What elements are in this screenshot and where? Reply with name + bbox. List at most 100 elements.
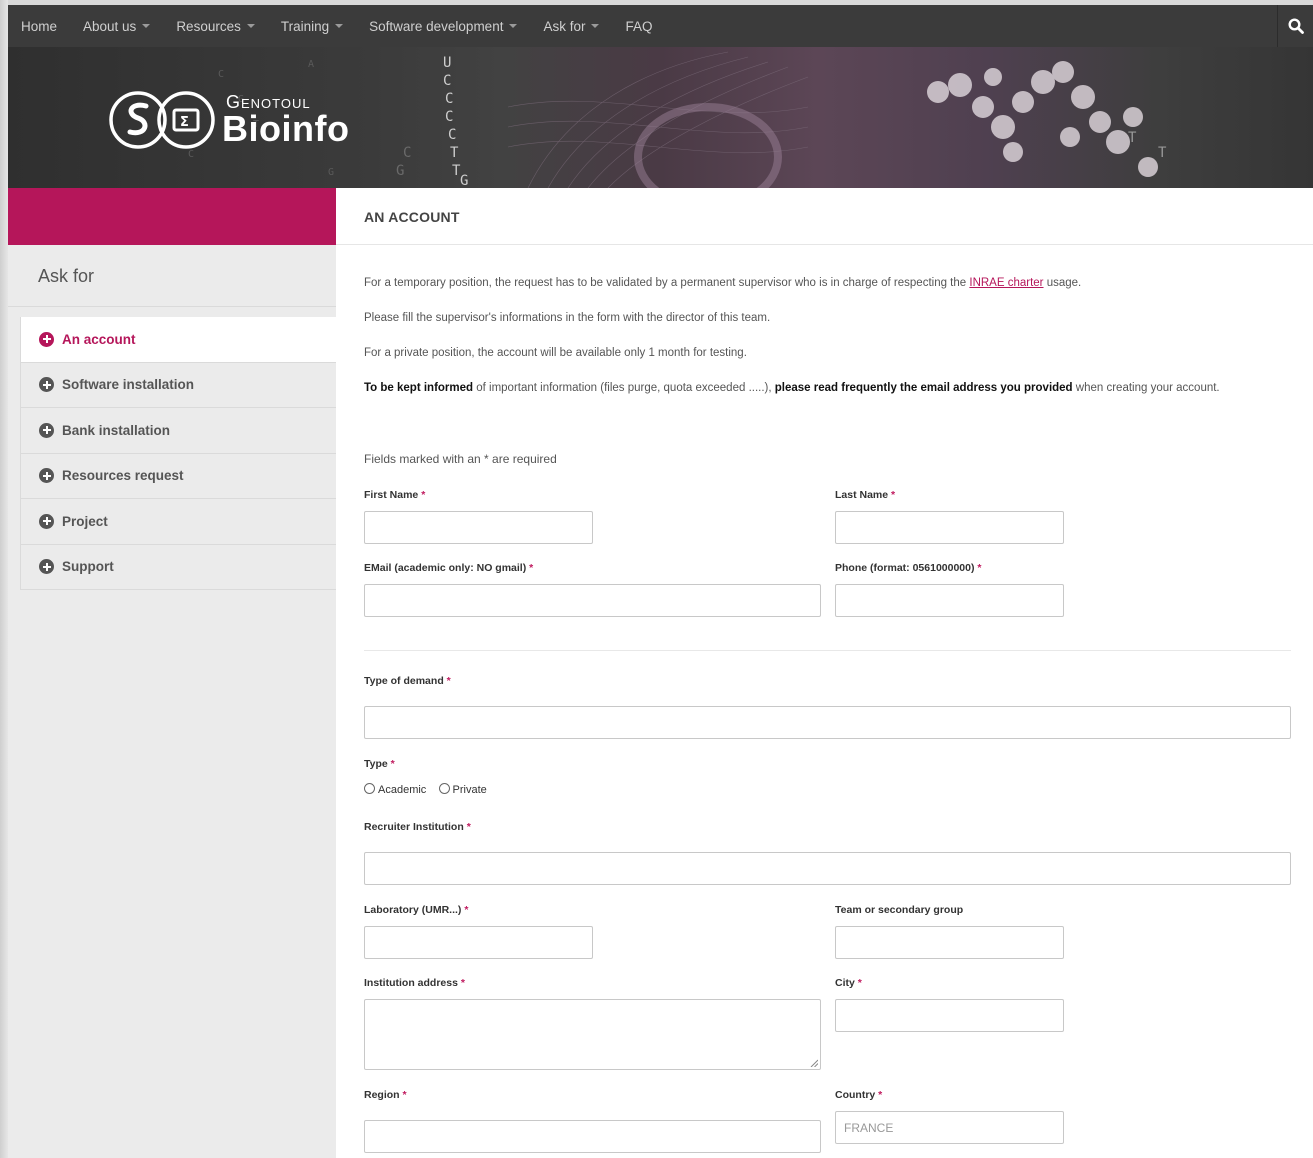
main-content: AN ACCOUNT For a temporary position, the… [336,188,1313,1158]
required-star: * [390,758,395,770]
svg-text:A: A [308,59,314,70]
required-star: * [402,1089,407,1101]
first-name-input[interactable] [364,511,593,544]
recruiter-institution-input[interactable] [364,852,1291,885]
plus-circle-icon [39,331,54,347]
laboratory-label-text: Laboratory (UMR...) [364,904,462,916]
svg-text:C: C [403,145,411,161]
genotoul-bioinfo-logo[interactable]: Σ Genotoul Bioinfo [108,85,349,155]
svg-text:T: T [1158,145,1167,161]
country-placeholder: FRANCE [844,1120,894,1135]
plus-circle-icon [39,468,54,484]
intro-p1-end: usage. [1043,277,1082,289]
last-name-label: Last Name * [835,489,895,501]
logo-text-big: Bioinfo [222,108,350,149]
sidebar-item-label: Bank installation [62,422,171,438]
intro-p4-mid: of important information (files purge, q… [473,382,775,394]
phone-input[interactable] [835,584,1064,617]
type-of-demand-label-text: Type of demand [364,675,444,687]
radio-button[interactable] [364,783,375,794]
sidebar-item-bank-installation[interactable]: Bank installation [21,408,336,454]
chevron-down-icon [335,24,344,28]
nav-software-development[interactable]: Software development [356,5,530,47]
city-input[interactable] [835,999,1064,1032]
sidebar-item-an-account[interactable]: An account [21,317,336,363]
city-label: City * [835,977,862,989]
nav-about-us[interactable]: About us [70,5,163,47]
nav-home[interactable]: Home [8,5,70,47]
required-star: * [464,904,469,916]
plus-circle-icon [39,422,54,438]
recruiter-institution-label: Recruiter Institution * [364,821,471,833]
recruiter-label-text: Recruiter Institution [364,821,464,833]
nav-faq[interactable]: FAQ [612,5,665,47]
email-label: EMail (academic only: NO gmail) * [364,562,533,574]
intro-paragraph-3: For a private position, the account will… [364,347,747,359]
country-input[interactable]: FRANCE [835,1111,1064,1144]
inrae-charter-link[interactable]: INRAE charter [969,277,1043,289]
team-label: Team or secondary group [835,904,964,916]
intro-p4-end: when creating your account. [1072,382,1220,394]
svg-text:C: C [445,91,453,107]
resize-handle-icon[interactable] [810,1059,818,1067]
sidebar-item-resources-request[interactable]: Resources request [21,453,336,499]
type-label-text: Type [364,758,388,770]
sidebar-menu: An account Software installation Bank in… [20,317,336,590]
intro-p4-bold-1: To be kept informed [364,382,474,394]
required-star: * [466,821,471,833]
sidebar-title: Ask for [8,245,336,307]
institution-address-textarea[interactable] [364,999,821,1070]
sidebar-item-label: An account [62,331,136,347]
nav-software-development-label: Software development [369,18,504,34]
sidebar-accent-bar [8,188,336,245]
laboratory-input[interactable] [364,926,593,959]
nav-ask-for[interactable]: Ask for [530,5,612,47]
last-name-label-text: Last Name [835,489,889,501]
search-button[interactable] [1277,5,1313,47]
required-star: * [878,1089,883,1101]
email-label-text: EMail (academic only: NO gmail) [364,562,527,574]
country-label: Country * [835,1089,882,1101]
chevron-down-icon [591,24,600,28]
sidebar-item-software-installation[interactable]: Software installation [21,362,336,408]
sidebar-item-project[interactable]: Project [21,499,336,545]
region-select[interactable] [364,1120,821,1153]
nav-home-label: Home [21,18,58,34]
email-input[interactable] [364,584,821,617]
radio-button[interactable] [438,783,450,794]
top-navigation: Home About us Resources Training Softwar… [8,5,1313,47]
institution-address-label-text: Institution address [364,977,458,989]
logo-emblem-icon: Σ [109,91,215,149]
required-star: * [977,562,982,574]
nav-about-us-label: About us [83,18,137,34]
radio-private[interactable]: Private [438,783,487,796]
first-name-label: First Name * [364,489,425,501]
required-star: * [446,675,451,687]
region-label-text: Region [364,1089,400,1101]
nav-resources[interactable]: Resources [163,5,268,47]
institution-address-label: Institution address * [364,977,465,989]
svg-text:Σ: Σ [180,115,189,130]
sidebar-item-label: Software installation [62,377,195,393]
svg-text:C: C [218,69,224,80]
region-label: Region * [364,1089,407,1101]
svg-text:G: G [396,163,404,179]
last-name-input[interactable] [835,511,1064,544]
required-star: * [460,977,465,989]
svg-text:T: T [450,145,459,161]
required-star: * [529,562,534,574]
type-of-demand-select[interactable] [364,706,1291,739]
team-input[interactable] [835,926,1064,959]
required-star: * [857,977,862,989]
svg-text:C: C [443,73,451,89]
first-name-label-text: First Name [364,489,419,501]
radio-academic-label: Academic [378,784,427,796]
nav-training[interactable]: Training [268,5,356,47]
required-fields-note: Fields marked with an * are required [364,452,557,466]
required-star: * [891,489,896,501]
search-icon [1287,18,1304,34]
sidebar-item-support[interactable]: Support [21,544,336,590]
type-label: Type * [364,758,395,770]
type-of-demand-label: Type of demand * [364,675,451,687]
radio-academic[interactable]: Academic [364,783,427,796]
